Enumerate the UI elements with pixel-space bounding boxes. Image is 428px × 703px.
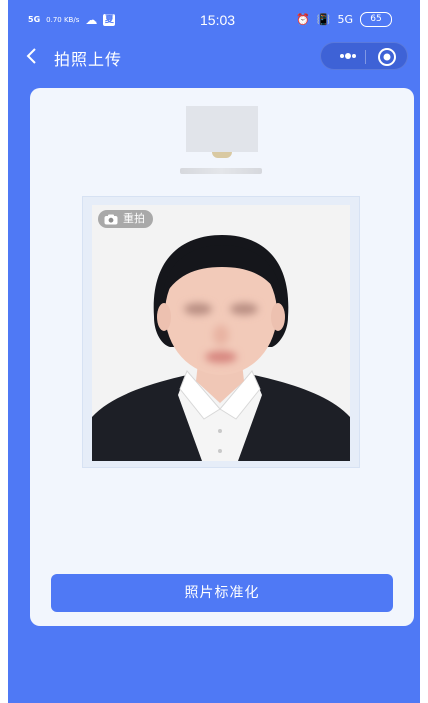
mini-program-capsule — [320, 42, 408, 70]
portrait-illustration — [92, 205, 350, 461]
capsule-divider — [365, 50, 366, 64]
vibrate-icon: 📳 — [316, 13, 331, 26]
close-target-icon[interactable] — [377, 47, 397, 67]
photo-frame: 重拍 — [82, 196, 360, 468]
network-type: 5G — [337, 13, 353, 26]
id-thumbnail — [186, 106, 258, 158]
phone-screen: 5G 0.70 KB/s ☁ 夏 15:03 ⏰ 📳 5G 65 拍照上传 重拍… — [8, 0, 420, 703]
cloud-icon: ☁ — [85, 13, 98, 27]
net-speed: 0.70 KB/s — [46, 15, 80, 24]
standardize-photo-button[interactable]: 照片标准化 — [51, 574, 393, 612]
camera-icon — [104, 214, 118, 224]
alarm-icon: ⏰ — [296, 13, 310, 26]
retake-button[interactable]: 重拍 — [98, 210, 153, 228]
page-title: 拍照上传 — [54, 50, 123, 69]
status-time: 15:03 — [200, 12, 236, 28]
signal-indicator: 5G — [28, 15, 41, 24]
app-notification-icon: 夏 — [103, 14, 116, 26]
status-right: ⏰ 📳 5G 65 — [296, 12, 392, 27]
status-left: 5G 0.70 KB/s ☁ 夏 — [28, 13, 116, 27]
back-arrow-icon[interactable] — [24, 46, 40, 66]
id-name-placeholder — [180, 168, 262, 174]
battery-indicator: 65 — [360, 12, 392, 27]
retake-label: 重拍 — [123, 212, 145, 225]
portrait-photo: 重拍 — [92, 205, 350, 461]
status-bar: 5G 0.70 KB/s ☁ 夏 15:03 ⏰ 📳 5G 65 — [8, 0, 420, 36]
nav-bar: 拍照上传 — [8, 38, 420, 74]
more-icon[interactable] — [333, 49, 363, 63]
upload-card: 重拍 照片标准化 — [30, 88, 414, 626]
